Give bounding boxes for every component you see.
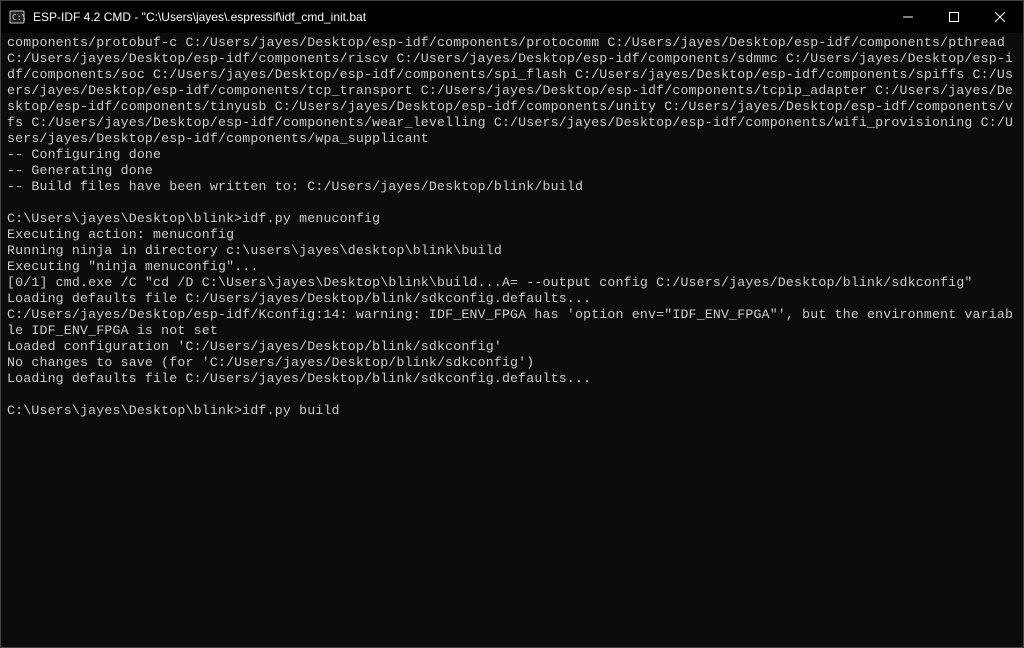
titlebar[interactable]: C:\ ESP-IDF 4.2 CMD - "C:\Users\jayes\.e…: [1, 1, 1023, 33]
window-title: ESP-IDF 4.2 CMD - "C:\Users\jayes\.espre…: [33, 10, 885, 24]
svg-text:C:\: C:\: [12, 13, 25, 22]
minimize-button[interactable]: [885, 1, 931, 33]
maximize-button[interactable]: [931, 1, 977, 33]
terminal-output[interactable]: components/protobuf-c C:/Users/jayes/Des…: [1, 33, 1023, 647]
close-button[interactable]: [977, 1, 1023, 33]
terminal-window: C:\ ESP-IDF 4.2 CMD - "C:\Users\jayes\.e…: [0, 0, 1024, 648]
window-controls: [885, 1, 1023, 33]
cmd-icon: C:\: [9, 9, 25, 25]
